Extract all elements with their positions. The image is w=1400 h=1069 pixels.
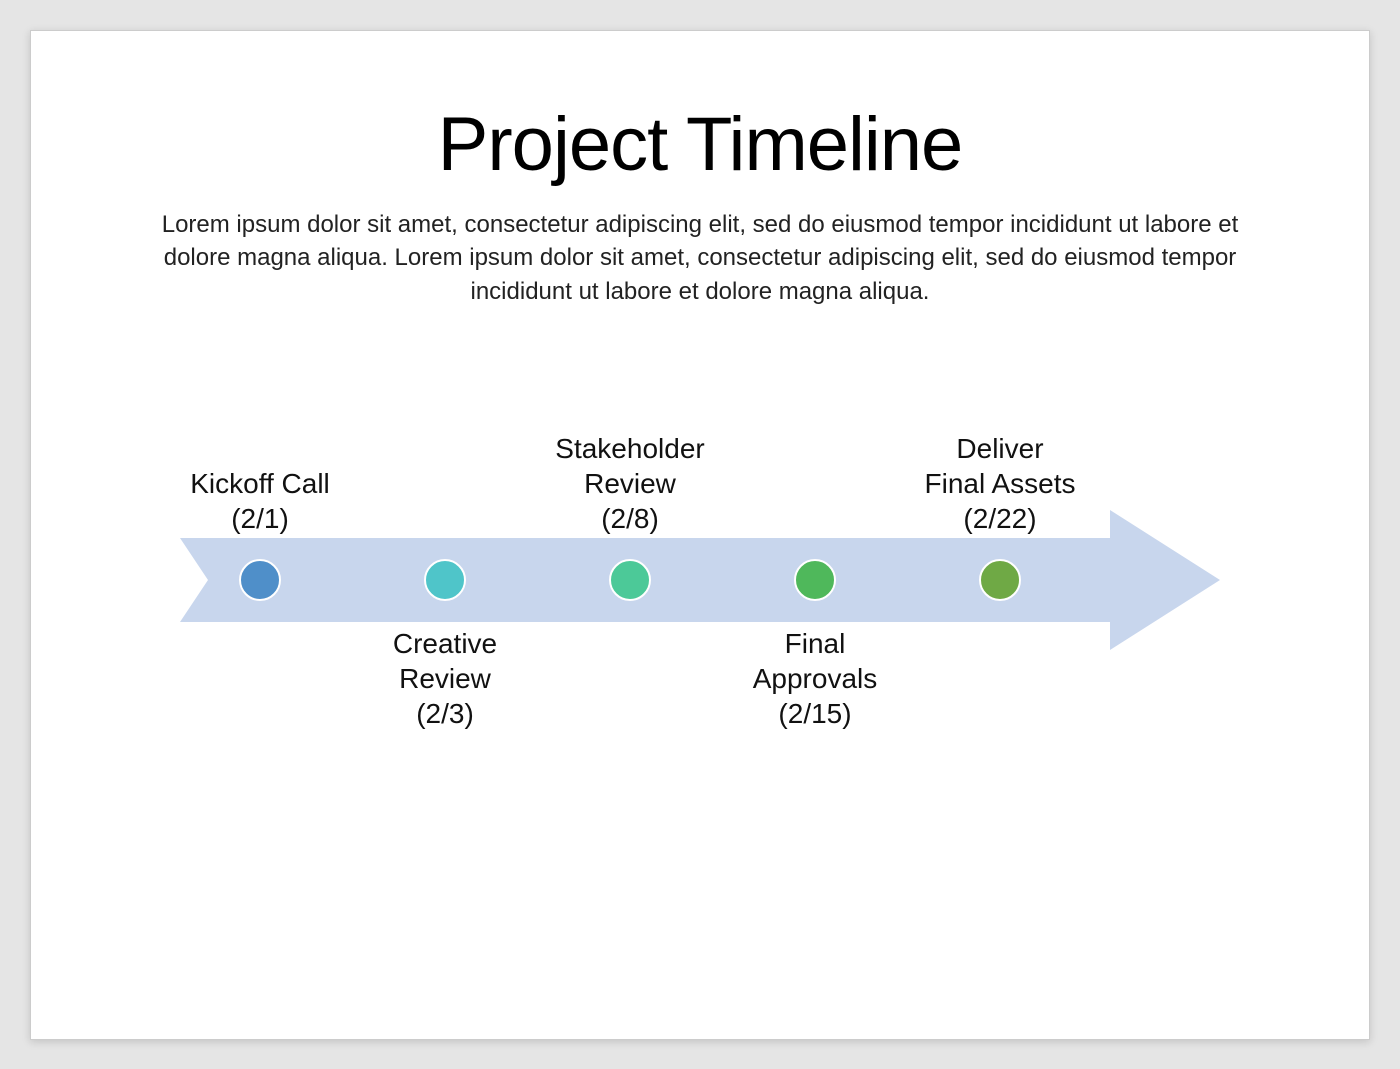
slide-title: Project Timeline: [91, 101, 1309, 188]
milestone-container: Kickoff Call(2/1)CreativeReview(2/3)Stak…: [250, 418, 1100, 738]
milestone-label-3: FinalApprovals(2/15): [725, 626, 905, 731]
milestone-3: FinalApprovals(2/15): [725, 626, 905, 766]
milestone-2: StakeholderReview(2/8): [540, 418, 720, 536]
slide-subtitle: Lorem ipsum dolor sit amet, consectetur …: [150, 208, 1250, 309]
milestone-1: CreativeReview(2/3): [355, 626, 535, 766]
slide: Project Timeline Lorem ipsum dolor sit a…: [30, 30, 1370, 1040]
milestone-label-1: CreativeReview(2/3): [355, 626, 535, 731]
milestone-dot-1: [424, 559, 466, 601]
milestone-dot-4: [979, 559, 1021, 601]
milestone-0: Kickoff Call(2/1): [170, 418, 350, 536]
milestone-label-2: StakeholderReview(2/8): [540, 431, 720, 536]
timeline: Kickoff Call(2/1)CreativeReview(2/3)Stak…: [180, 418, 1220, 738]
milestone-label-4: DeliverFinal Assets(2/22): [910, 431, 1090, 536]
milestone-dot-2: [609, 559, 651, 601]
milestone-label-0: Kickoff Call(2/1): [170, 466, 350, 536]
milestone-4: DeliverFinal Assets(2/22): [910, 418, 1090, 536]
milestone-dot-3: [794, 559, 836, 601]
milestone-dot-0: [239, 559, 281, 601]
